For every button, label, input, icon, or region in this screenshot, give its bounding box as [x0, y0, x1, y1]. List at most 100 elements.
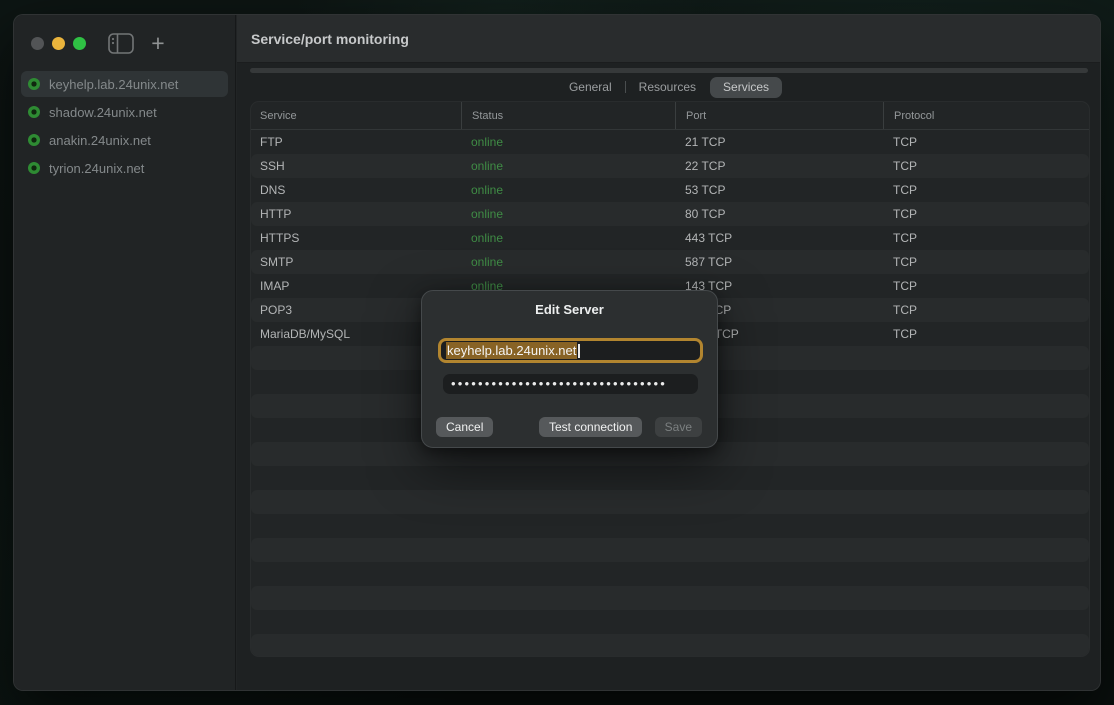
table-row [251, 490, 1089, 514]
cell-status [461, 514, 675, 538]
cell-port: 587 TCP [675, 250, 883, 274]
cell-port: 443 TCP [675, 226, 883, 250]
column-header[interactable]: Status [461, 102, 675, 129]
table-header-row: ServiceStatusPortProtocol [251, 102, 1089, 130]
cell-protocol [883, 418, 1090, 442]
cell-status: online [461, 130, 675, 154]
sidebar-toggle-icon[interactable] [108, 33, 134, 54]
column-header[interactable]: Protocol [883, 102, 1090, 129]
cell-port [675, 562, 883, 586]
cell-protocol: TCP [883, 226, 1090, 250]
cell-protocol: TCP [883, 130, 1090, 154]
table-row[interactable]: HTTP online 80 TCP TCP [251, 202, 1089, 226]
cell-service: SSH [251, 154, 461, 178]
dialog-title: Edit Server [422, 302, 717, 317]
status-dot-icon [28, 134, 40, 146]
cell-port: 80 TCP [675, 202, 883, 226]
tab-general[interactable]: General [556, 77, 625, 98]
status-dot-icon [28, 162, 40, 174]
table-row [251, 514, 1089, 538]
cell-protocol [883, 466, 1090, 490]
server-name: shadow.24unix.net [49, 105, 157, 120]
tab-resources[interactable]: Resources [626, 77, 709, 98]
table-row [251, 538, 1089, 562]
cell-protocol [883, 562, 1090, 586]
cell-service: HTTP [251, 202, 461, 226]
cell-status [461, 490, 675, 514]
table-row[interactable]: SSH online 22 TCP TCP [251, 154, 1089, 178]
table-row [251, 610, 1089, 634]
cell-protocol [883, 538, 1090, 562]
cell-port: 22 TCP [675, 154, 883, 178]
sidebar-server-item[interactable]: anakin.24unix.net [21, 127, 228, 153]
cell-port [675, 610, 883, 634]
status-dot-icon [28, 78, 40, 90]
zoom-button[interactable] [73, 37, 86, 50]
cell-service: FTP [251, 130, 461, 154]
cell-protocol: TCP [883, 178, 1090, 202]
cell-status: online [461, 250, 675, 274]
edit-server-dialog: Edit Server keyhelp.lab.24unix.net •••••… [421, 290, 718, 448]
save-button[interactable]: Save [655, 417, 702, 437]
column-header[interactable]: Service [251, 102, 461, 129]
table-row[interactable]: SMTP online 587 TCP TCP [251, 250, 1089, 274]
cell-service [251, 562, 461, 586]
table-row[interactable]: FTP online 21 TCP TCP [251, 130, 1089, 154]
server-name: tyrion.24unix.net [49, 161, 144, 176]
cell-status [461, 562, 675, 586]
cell-protocol [883, 442, 1090, 466]
column-header[interactable]: Port [675, 102, 883, 129]
sidebar: + keyhelp.lab.24unix.net shadow.24unix.n… [14, 15, 236, 690]
cell-protocol [883, 346, 1090, 370]
app-window: + keyhelp.lab.24unix.net shadow.24unix.n… [13, 14, 1101, 691]
cell-status [461, 634, 675, 657]
cell-port [675, 586, 883, 610]
cell-service [251, 514, 461, 538]
cell-protocol [883, 586, 1090, 610]
tab-services[interactable]: Services [710, 77, 782, 98]
sidebar-server-item[interactable]: tyrion.24unix.net [21, 155, 228, 181]
cell-service: HTTPS [251, 226, 461, 250]
selected-text: keyhelp.lab.24unix.net [446, 342, 577, 359]
test-connection-button[interactable]: Test connection [539, 417, 642, 437]
table-row[interactable]: DNS online 53 TCP TCP [251, 178, 1089, 202]
cell-protocol [883, 490, 1090, 514]
text-caret [578, 344, 580, 358]
cell-protocol: TCP [883, 274, 1090, 298]
password-input[interactable]: •••••••••••••••••••••••••••••••• [443, 374, 698, 394]
cell-status: online [461, 178, 675, 202]
cell-port [675, 490, 883, 514]
cell-service [251, 538, 461, 562]
sidebar-server-item[interactable]: keyhelp.lab.24unix.net [21, 71, 228, 97]
table-row[interactable]: HTTPS online 443 TCP TCP [251, 226, 1089, 250]
cell-protocol [883, 610, 1090, 634]
cell-status [461, 586, 675, 610]
cancel-button[interactable]: Cancel [436, 417, 493, 437]
close-button[interactable] [31, 37, 44, 50]
server-name: anakin.24unix.net [49, 133, 151, 148]
server-list: keyhelp.lab.24unix.net shadow.24unix.net… [21, 71, 228, 183]
table-row [251, 634, 1089, 657]
masked-password: •••••••••••••••••••••••••••••••• [451, 374, 667, 394]
minimize-button[interactable] [52, 37, 65, 50]
divider-strip [250, 68, 1088, 73]
table-row [251, 466, 1089, 490]
cell-protocol: TCP [883, 202, 1090, 226]
cell-status [461, 538, 675, 562]
cell-status: online [461, 154, 675, 178]
cell-status [461, 466, 675, 490]
status-dot-icon [28, 106, 40, 118]
table-row [251, 586, 1089, 610]
cell-status: online [461, 202, 675, 226]
traffic-lights [31, 37, 86, 50]
server-address-input[interactable]: keyhelp.lab.24unix.net [438, 338, 703, 363]
add-server-button[interactable]: + [146, 31, 170, 55]
cell-service [251, 490, 461, 514]
cell-port: 53 TCP [675, 178, 883, 202]
sidebar-server-item[interactable]: shadow.24unix.net [21, 99, 228, 125]
cell-service [251, 466, 461, 490]
cell-service: DNS [251, 178, 461, 202]
cell-port: 21 TCP [675, 130, 883, 154]
tab-bar: GeneralResourcesServices [250, 76, 1088, 98]
cell-protocol: TCP [883, 298, 1090, 322]
